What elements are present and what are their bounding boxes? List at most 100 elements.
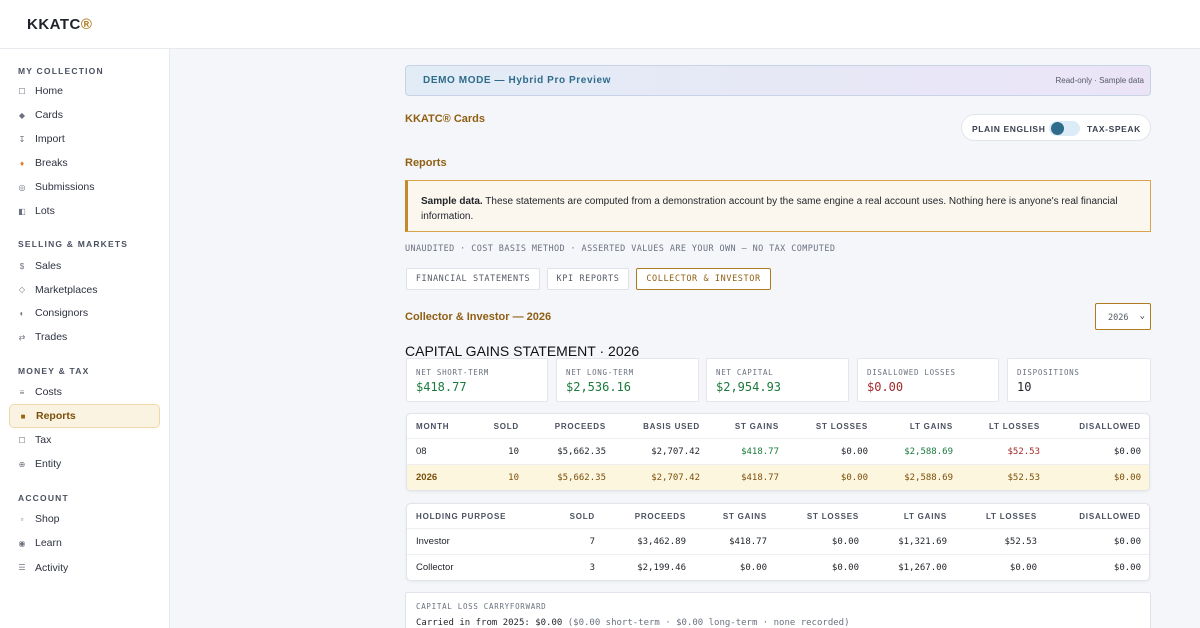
notice-text: These statements are computed from a dem…	[421, 196, 1118, 222]
sidebar-item-breaks[interactable]: ♦ Breaks	[9, 151, 160, 175]
sidebar-item-import[interactable]: ↧ Import	[9, 127, 160, 151]
crosshair-icon: ⊕	[18, 459, 26, 469]
capital-loss-carryforward: CAPITAL LOSS CARRYFORWARD Carried in fro…	[405, 592, 1151, 628]
table-cell: Collector	[416, 562, 454, 573]
sidebar-item-consignors[interactable]: ◐ Consignors	[9, 301, 160, 325]
language-toggle[interactable]: PLAIN ENGLISH TAX-SPEAK	[961, 114, 1151, 141]
tax-speak-label[interactable]: TAX-SPEAK	[1087, 124, 1141, 134]
sidebar-item-tax[interactable]: ☐ Tax	[9, 428, 160, 452]
top-bar: KKATC®	[0, 0, 1200, 49]
sidebar-item-label: Breaks	[35, 157, 68, 169]
filled-square-icon: ■	[20, 411, 26, 421]
sidebar-item-trades[interactable]: ⇄ Trades	[9, 325, 160, 349]
sidebar-item-label: Shop	[35, 513, 60, 525]
section-title: Collector & Investor — 2026	[405, 311, 552, 323]
table-row: Collector 3 $2,199.46 $0.00 $0.00 $1,267.00 $0…	[407, 554, 1149, 580]
monthly-gains-table: MONTH SOLD PROCEEDS BASIS USED ST GAINS ST LO…	[406, 413, 1150, 491]
year-select[interactable]: 2026 ⌄	[1095, 303, 1151, 330]
dollar-icon: $	[19, 261, 25, 271]
table-cell: $52.53	[1007, 472, 1040, 483]
table-cell: $418.77	[741, 446, 779, 457]
chevron-down-icon: ⌄	[1139, 311, 1145, 321]
carryforward-main: Carried in from 2025: $0.00	[416, 618, 563, 628]
notice-bold: Sample data.	[421, 196, 483, 207]
kpi-card-net-short-term: NET SHORT-TERM $418.77	[406, 358, 548, 402]
kpi-value: 10	[1017, 380, 1032, 394]
kpi-card-net-capital: NET CAPITAL $2,954.93	[706, 358, 849, 402]
table-cell: $0.00	[840, 446, 868, 457]
tab-collector-investor[interactable]: COLLECTOR & INVESTOR	[636, 268, 771, 290]
table-cell: BASIS USED	[643, 421, 700, 431]
sidebar-item-reports[interactable]: ■ Reports	[9, 404, 160, 428]
table-cell: PROCEEDS	[634, 511, 686, 521]
lines-icon: ≡	[19, 387, 25, 397]
methods-line: UNAUDITED · COST BASIS METHOD · ASSERTED…	[405, 244, 836, 254]
sidebar: MY COLLECTION ☐ Home ◆ Cards ↧ Import ♦ Breaks ◎ S…	[0, 49, 170, 628]
table-cell: $5,662.35	[557, 472, 606, 483]
sidebar-item-shop[interactable]: ▫ Shop	[9, 507, 160, 531]
small-square-icon: ▫	[20, 514, 24, 524]
table-cell: $0.00	[739, 562, 767, 573]
table-cell: Investor	[416, 536, 450, 547]
import-icon: ↧	[18, 134, 26, 144]
demo-banner-status: Read-only · Sample data	[1055, 76, 1145, 85]
tab-kpi-reports[interactable]: KPI REPORTS	[547, 268, 629, 290]
toggle-knob	[1051, 122, 1064, 135]
demo-banner-title: DEMO MODE — Hybrid Pro Preview	[423, 75, 612, 86]
toggle-switch[interactable]	[1049, 121, 1080, 136]
sidebar-item-home[interactable]: ☐ Home	[9, 79, 160, 103]
table-cell: 10	[508, 472, 519, 483]
table-total-row: 2026 10 $5,662.35 $2,707.42 $418.77 $0.00 $2,5…	[407, 464, 1149, 490]
table-cell: $0.00	[1113, 446, 1141, 457]
sidebar-item-learn[interactable]: ◉ Learn	[9, 531, 160, 555]
sidebar-item-entity[interactable]: ⊕ Entity	[9, 452, 160, 476]
sidebar-section-heading: SELLING & MARKETS	[18, 239, 129, 249]
table-cell: PROCEEDS	[554, 421, 606, 431]
diamond-outline-icon: ◇	[18, 285, 26, 295]
kpi-card-net-long-term: NET LONG-TERM $2,536.16	[556, 358, 699, 402]
brand-logo[interactable]: KKATC®	[27, 16, 92, 33]
sidebar-item-label: Submissions	[35, 181, 95, 193]
sidebar-item-label: Entity	[35, 458, 62, 470]
table-cell: $0.00	[831, 536, 859, 547]
statement-title: CAPITAL GAINS STATEMENT · 2026	[405, 343, 640, 359]
table-header-row: HOLDING PURPOSE SOLD PROCEEDS ST GAINS ST LO…	[407, 504, 1149, 528]
table-cell: $1,321.69	[898, 536, 947, 547]
demo-mode-banner: DEMO MODE — Hybrid Pro Preview Read-only…	[405, 65, 1151, 96]
sidebar-item-label: Import	[35, 133, 65, 145]
sidebar-section-heading: MY COLLECTION	[18, 66, 104, 76]
kpi-label: DISPOSITIONS	[1017, 368, 1080, 377]
sidebar-item-label: Activity	[35, 561, 69, 574]
kpi-value: $0.00	[867, 380, 904, 394]
table-cell: $0.00	[831, 562, 859, 573]
diamond-icon: ◆	[18, 110, 26, 120]
table-cell: $0.00	[1113, 536, 1141, 547]
workspace-title: KKATC® Cards	[405, 113, 486, 125]
sidebar-item-cards[interactable]: ◆ Cards	[9, 103, 160, 127]
table-cell: 3	[589, 562, 595, 573]
sidebar-item-activity[interactable]: ☰ Activity	[9, 556, 160, 580]
sidebar-section-heading: MONEY & TAX	[18, 366, 90, 376]
holding-purpose-table: HOLDING PURPOSE SOLD PROCEEDS ST GAINS ST LO…	[406, 503, 1150, 581]
sidebar-item-costs[interactable]: ≡ Costs	[9, 380, 160, 404]
tab-financial-statements[interactable]: FINANCIAL STATEMENTS	[406, 268, 540, 290]
sidebar-item-marketplaces[interactable]: ◇ Marketplaces	[9, 278, 160, 302]
sidebar-item-lots[interactable]: ◧ Lots	[9, 199, 160, 223]
table-cell: $0.00	[840, 472, 868, 483]
kpi-label: DISALLOWED LOSSES	[867, 368, 956, 377]
table-cell: $0.00	[1009, 562, 1037, 573]
sidebar-item-label: Reports	[36, 410, 76, 422]
kpi-label: NET CAPITAL	[716, 368, 774, 377]
carryforward-label: CAPITAL LOSS CARRYFORWARD	[416, 602, 547, 611]
half-circle-icon: ◐	[19, 308, 25, 318]
sidebar-item-sales[interactable]: $ Sales	[9, 254, 160, 278]
plain-english-label[interactable]: PLAIN ENGLISH	[972, 124, 1045, 134]
sidebar-item-label: Sales	[35, 260, 62, 272]
table-cell: $52.53	[1007, 446, 1040, 457]
stack-icon: ☰	[18, 563, 26, 573]
sidebar-section-heading: ACCOUNT	[18, 493, 69, 503]
table-cell: $3,462.89	[637, 536, 686, 547]
table-row: Investor 7 $3,462.89 $418.77 $0.00 $1,321.69 $…	[407, 528, 1149, 554]
sidebar-item-submissions[interactable]: ◎ Submissions	[9, 175, 160, 199]
table-cell: $1,267.00	[898, 562, 947, 573]
